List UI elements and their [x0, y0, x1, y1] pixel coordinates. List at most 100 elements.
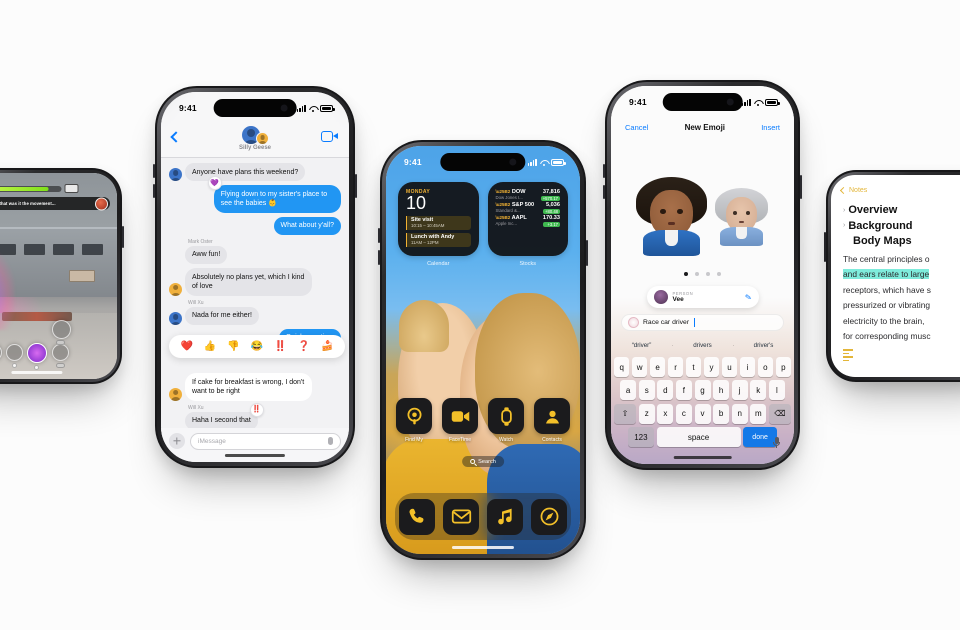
prediction-option[interactable]: driver's [733, 342, 794, 349]
search-pill[interactable]: Search [462, 456, 504, 467]
page-dot[interactable] [684, 272, 688, 276]
home-indicator[interactable] [451, 546, 515, 549]
prediction-option[interactable]: drivers [672, 342, 733, 349]
notes-back-link[interactable]: Notes [839, 186, 867, 195]
app-find-my[interactable]: Find My [396, 398, 432, 443]
calendar-event[interactable]: Site visit 10:15 – 10:45AM [406, 215, 471, 230]
power-button[interactable] [800, 175, 802, 199]
memoji-preview-selected[interactable] [636, 176, 707, 256]
key-y[interactable]: y [703, 357, 720, 377]
group-avatars[interactable] [241, 125, 269, 145]
message-bubble[interactable]: Absolutely no plans yet, which I kind of… [185, 268, 313, 296]
home-indicator[interactable] [224, 454, 286, 457]
key-r[interactable]: r [667, 357, 684, 377]
message-bubble[interactable]: Haha I second that ‼️ [185, 402, 264, 428]
key-m[interactable]: m [750, 403, 767, 424]
key-p[interactable]: p [775, 357, 791, 377]
add-attachment-icon[interactable] [169, 433, 185, 449]
key-s[interactable]: s [638, 380, 655, 401]
insert-button[interactable]: Insert [761, 123, 780, 132]
tapback-option[interactable]: ❤️ [180, 341, 192, 352]
tapback-picker[interactable]: ❤️ 👍 👎 😂 ‼️ ❓ 🍰 [169, 335, 345, 358]
key-h[interactable]: h [713, 380, 730, 401]
ability-button-2[interactable] [6, 344, 23, 361]
space-key[interactable]: space [656, 427, 741, 448]
stock-row[interactable]: \u25B2 DOW Dow Jones I... 37,816 +570.17 [496, 189, 560, 201]
app-watch[interactable]: Watch [488, 398, 524, 443]
volume-down-button[interactable] [153, 184, 155, 198]
message-bubble[interactable]: Nada for me either! [185, 306, 259, 325]
ability-button-3[interactable] [27, 343, 47, 363]
imessage-input[interactable]: iMessage [190, 432, 341, 450]
back-icon[interactable] [170, 131, 182, 143]
page-dots[interactable] [611, 272, 794, 276]
volume-up-button[interactable] [153, 164, 155, 178]
home-indicator[interactable] [673, 456, 732, 459]
stock-row[interactable]: \u25B2 AAPL Apple Inc... 170.33 +3.17 [496, 215, 560, 227]
tapback-badge[interactable]: 💜 [207, 176, 222, 191]
safari-icon[interactable] [531, 498, 567, 535]
page-dot[interactable] [695, 272, 699, 276]
tapback-option[interactable]: 👎 [227, 341, 239, 352]
facetime-icon[interactable] [321, 131, 338, 142]
key-z[interactable]: z [638, 403, 655, 424]
message-bubble[interactable]: 💜 Flying down to my sister's place to se… [207, 176, 341, 213]
tapback-option[interactable]: 😂 [251, 341, 263, 352]
key-a[interactable]: a [620, 380, 637, 401]
ability-button-4[interactable] [52, 344, 69, 361]
genmoji-prompt-input[interactable]: Race car driver [621, 314, 784, 331]
format-icon[interactable] [843, 349, 853, 363]
chevron-right-icon[interactable]: › [843, 221, 845, 231]
key-i[interactable]: i [739, 357, 756, 377]
cancel-button[interactable]: Cancel [625, 123, 648, 132]
message-bubble[interactable]: Aww fun! [185, 245, 228, 265]
key-t[interactable]: t [685, 357, 702, 377]
chevron-right-icon[interactable]: › [843, 206, 845, 216]
tapback-badge[interactable]: ‼️ [249, 402, 264, 417]
message-bubble[interactable]: If cake for breakfast is wrong, I don't … [185, 373, 313, 401]
volume-down-button[interactable] [378, 250, 380, 265]
app-contacts[interactable]: Contacts [534, 398, 570, 443]
key-n[interactable]: n [731, 403, 748, 424]
volume-up-button[interactable] [603, 164, 605, 178]
ability-button-1[interactable] [0, 344, 2, 361]
app-facetime[interactable]: FaceTime [442, 398, 478, 443]
tapback-option[interactable]: 👍 [204, 341, 216, 352]
power-button[interactable] [355, 174, 357, 198]
key-c[interactable]: c [675, 403, 692, 424]
message-bubble[interactable]: Anyone have plans this weekend? [185, 163, 306, 182]
message-bubble[interactable]: What about y'all? [273, 216, 341, 235]
page-dot[interactable] [717, 272, 721, 276]
tapback-option[interactable]: ❓ [298, 341, 310, 352]
key-l[interactable]: l [768, 380, 785, 401]
key-q[interactable]: q [614, 357, 630, 377]
key-e[interactable]: e [649, 357, 666, 377]
phone-icon[interactable] [399, 498, 435, 535]
shift-key[interactable]: ⇧ [614, 403, 637, 424]
done-key[interactable]: done [743, 427, 778, 448]
tapback-option[interactable]: 🍰 [321, 341, 333, 352]
power-button[interactable] [122, 226, 124, 248]
stock-row[interactable]: \u25B2 S&P 500 Standard &... 5,036 +80.48 [496, 202, 560, 214]
volume-up-button[interactable] [378, 228, 380, 243]
key-g[interactable]: g [694, 380, 711, 401]
note-content[interactable]: › Overview › Background Body Maps The ce… [843, 203, 960, 342]
stocks-widget[interactable]: \u25B2 DOW Dow Jones I... 37,816 +570.17 \… [487, 182, 568, 267]
message-thread[interactable]: Anyone have plans this weekend? 💜 Flying… [161, 158, 349, 428]
numbers-key[interactable]: 123 [627, 427, 654, 448]
mic-icon[interactable] [773, 437, 780, 448]
note-heading[interactable]: › Background [843, 219, 960, 235]
music-icon[interactable] [487, 498, 523, 535]
aim-button[interactable] [52, 320, 71, 339]
memoji-preview-next[interactable] [715, 187, 768, 246]
mic-icon[interactable] [328, 437, 333, 445]
note-heading[interactable]: Body Maps [843, 234, 960, 250]
key-o[interactable]: o [757, 357, 774, 377]
calendar-event[interactable]: Lunch with Andy 11AM – 12PM [406, 232, 471, 247]
key-v[interactable]: v [694, 403, 711, 424]
page-dot[interactable] [706, 272, 710, 276]
home-indicator[interactable] [11, 371, 63, 374]
backspace-key[interactable]: ⌫ [768, 403, 791, 424]
prediction-option[interactable]: “driver” [611, 342, 672, 349]
calendar-widget[interactable]: MONDAY 10 Site visit 10:15 – 10:45AM Lun… [398, 182, 479, 267]
